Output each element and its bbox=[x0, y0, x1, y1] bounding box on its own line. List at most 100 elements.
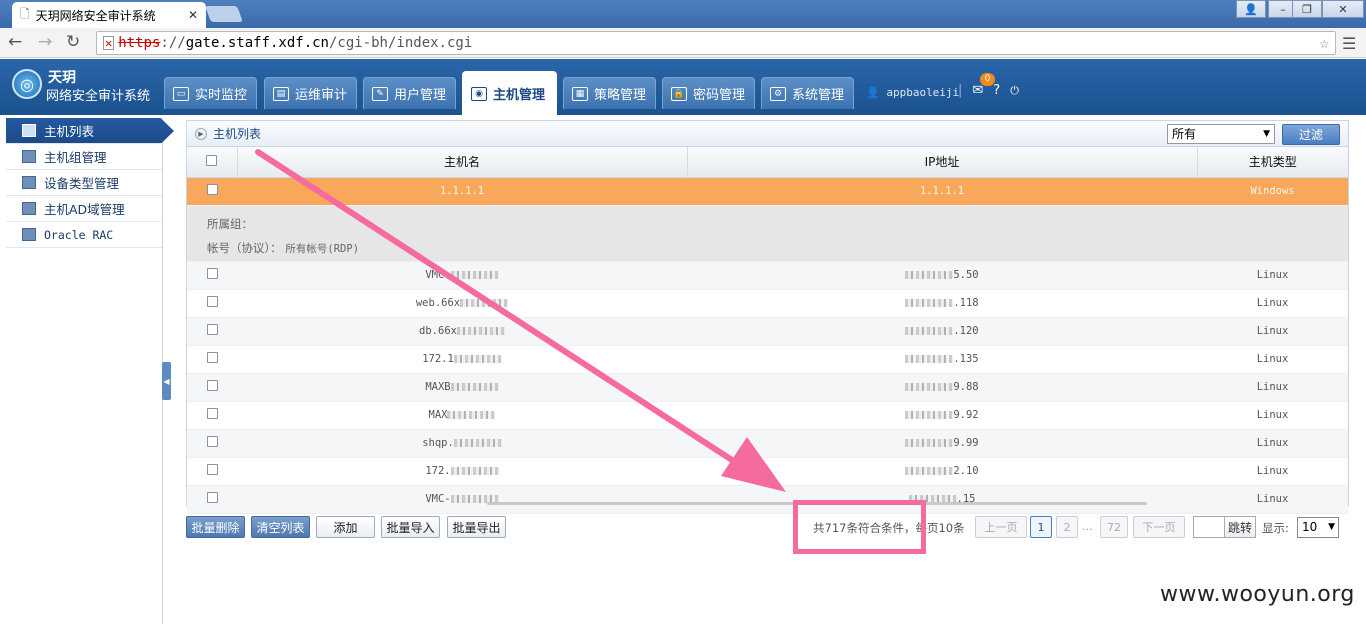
add-button[interactable]: 添加 bbox=[316, 516, 375, 538]
row-checkbox[interactable] bbox=[206, 268, 218, 279]
prev-page-button[interactable]: 上一页 bbox=[975, 516, 1027, 538]
page-ellipsis: ... bbox=[1082, 520, 1093, 533]
batch-delete-button[interactable]: 批量删除 bbox=[186, 516, 245, 538]
logout-icon[interactable]: ⏻ bbox=[1010, 84, 1019, 98]
row-checkbox[interactable] bbox=[206, 492, 218, 503]
ip-cell: 2.10 bbox=[687, 457, 1197, 486]
table-row[interactable]: VMC- 5.50 Linux bbox=[187, 261, 1348, 290]
hostname-cell: 172.1 bbox=[237, 345, 687, 374]
redacted-text bbox=[450, 467, 499, 475]
select-all-cell bbox=[187, 147, 238, 178]
batch-import-button[interactable]: 批量导入 bbox=[381, 516, 440, 538]
mail-icon[interactable]: ✉ bbox=[972, 83, 983, 98]
hostname-text: db.66x bbox=[419, 325, 457, 337]
ip-cell: 1.1.1.1 bbox=[687, 177, 1197, 206]
page-72-button[interactable]: 72 bbox=[1100, 516, 1128, 538]
sidebar-item-device-types[interactable]: 设备类型管理 bbox=[6, 170, 162, 196]
hostname-text: MAX bbox=[428, 409, 448, 421]
select-all-checkbox[interactable] bbox=[206, 154, 218, 166]
row-checkbox-cell bbox=[187, 373, 237, 402]
filter-button[interactable]: 过滤 bbox=[1282, 124, 1340, 145]
tab-label: 实时监控 bbox=[195, 88, 248, 103]
forward-icon[interactable]: → bbox=[38, 33, 52, 51]
table-row[interactable]: VMC- .15 Linux bbox=[187, 485, 1348, 514]
hostname-cell: MAX bbox=[237, 401, 687, 430]
row-checkbox-cell bbox=[187, 401, 237, 430]
table-row[interactable]: MAXB 9.88 Linux bbox=[187, 373, 1348, 402]
sidebar-item-host-groups[interactable]: 主机组管理 bbox=[6, 144, 162, 170]
row-checkbox[interactable] bbox=[206, 296, 218, 307]
tab-realtime-monitor[interactable]: ▭ 实时监控 bbox=[164, 77, 257, 109]
jump-page-input[interactable] bbox=[1193, 516, 1225, 538]
close-window-button[interactable]: ✕ bbox=[1322, 0, 1364, 18]
watermark: www.wooyun.org bbox=[1160, 582, 1355, 607]
profile-icon[interactable]: 👤 bbox=[1236, 0, 1266, 18]
column-header-ip[interactable]: IP地址 bbox=[687, 147, 1198, 178]
type-cell: Linux bbox=[1197, 317, 1348, 346]
page-1-button[interactable]: 1 bbox=[1030, 516, 1052, 538]
sidebar-item-ad-domain[interactable]: 主机AD域管理 bbox=[6, 196, 162, 222]
back-icon[interactable]: ← bbox=[8, 33, 22, 51]
tab-ops-audit[interactable]: ▤ 运维审计 bbox=[264, 77, 357, 109]
sidebar-item-oracle-rac[interactable]: Oracle RAC bbox=[6, 222, 162, 248]
ip-text: .118 bbox=[953, 297, 979, 309]
url-scheme: https bbox=[118, 35, 161, 51]
row-checkbox[interactable] bbox=[206, 352, 218, 363]
jump-button[interactable]: 跳转 bbox=[1224, 516, 1256, 538]
column-header-type[interactable]: 主机类型 bbox=[1197, 147, 1348, 178]
collapse-sidebar-handle[interactable]: ◀ bbox=[162, 362, 171, 400]
clear-list-button[interactable]: 清空列表 bbox=[251, 516, 310, 538]
tab-password-management[interactable]: 🔒 密码管理 bbox=[662, 77, 755, 109]
filter-select[interactable]: 所有 ▼ bbox=[1167, 124, 1275, 144]
row-checkbox[interactable] bbox=[206, 436, 218, 447]
row-checkbox[interactable] bbox=[206, 184, 218, 195]
next-page-button[interactable]: 下一页 bbox=[1133, 516, 1185, 538]
row-checkbox[interactable] bbox=[206, 324, 218, 335]
redacted-text bbox=[456, 327, 505, 335]
policy-icon: ▦ bbox=[572, 86, 588, 101]
table-row[interactable]: 172. 2.10 Linux bbox=[187, 457, 1348, 486]
redacted-text bbox=[447, 411, 496, 419]
ip-text: 9.99 bbox=[953, 437, 979, 449]
row-checkbox[interactable] bbox=[206, 380, 218, 391]
redacted-text bbox=[460, 299, 509, 307]
tab-label: 密码管理 bbox=[693, 88, 746, 103]
batch-export-button[interactable]: 批量导出 bbox=[447, 516, 506, 538]
ip-text: .135 bbox=[953, 353, 979, 365]
row-checkbox[interactable] bbox=[206, 408, 218, 419]
close-tab-icon[interactable]: ✕ bbox=[188, 8, 198, 22]
user-small-icon: 👤 bbox=[866, 86, 880, 99]
ip-cell: 9.99 bbox=[687, 429, 1197, 458]
table-row[interactable]: web.66x .118 Linux bbox=[187, 289, 1348, 318]
page-2-button[interactable]: 2 bbox=[1056, 516, 1078, 538]
reload-icon[interactable]: ↻ bbox=[66, 33, 80, 51]
tab-policy-management[interactable]: ▦ 策略管理 bbox=[563, 77, 656, 109]
row-checkbox[interactable] bbox=[206, 464, 218, 475]
insecure-icon: ✕ bbox=[103, 36, 115, 50]
column-header-hostname[interactable]: 主机名 bbox=[237, 147, 688, 178]
help-icon[interactable]: ? bbox=[993, 83, 1000, 98]
browser-tab[interactable]: 🗋 天玥网络安全审计系统 ✕ bbox=[12, 2, 206, 28]
bookmark-star-icon[interactable]: ☆ bbox=[1319, 33, 1329, 52]
tab-host-management[interactable]: ◉ 主机管理 bbox=[462, 71, 557, 115]
page-size-select[interactable]: 10 ▼ bbox=[1297, 517, 1339, 538]
table-row[interactable]: 172.1 .135 Linux bbox=[187, 345, 1348, 374]
table-row[interactable]: shqp. 9.99 Linux bbox=[187, 429, 1348, 458]
browser-menu-icon[interactable]: ☰ bbox=[1342, 34, 1356, 53]
table-header-row: 主机名 IP地址 主机类型 bbox=[187, 147, 1348, 178]
tab-system-management[interactable]: ⚙ 系统管理 bbox=[761, 77, 854, 109]
current-user[interactable]: 👤 appbaoleiji bbox=[866, 86, 959, 99]
ip-cell: .135 bbox=[687, 345, 1197, 374]
redacted-text bbox=[453, 439, 502, 447]
url-separator: :// bbox=[160, 35, 186, 51]
table-row-selected[interactable]: 1.1.1.1 1.1.1.1 Windows bbox=[187, 177, 1348, 206]
restore-button[interactable]: ❐ bbox=[1292, 0, 1322, 18]
page-icon: 🗋 bbox=[20, 6, 30, 21]
sidebar-item-host-list[interactable]: 主机列表 bbox=[6, 118, 174, 144]
table-row[interactable]: MAX 9.92 Linux bbox=[187, 401, 1348, 430]
url-field[interactable]: ✕ https :// gate.staff.xdf.cn /cgi-bh/in… bbox=[96, 31, 1336, 55]
tab-user-management[interactable]: ✎ 用户管理 bbox=[363, 77, 456, 109]
new-tab-button[interactable] bbox=[205, 6, 243, 22]
hostname-text: 172.1 bbox=[422, 353, 454, 365]
table-row[interactable]: db.66x .120 Linux bbox=[187, 317, 1348, 346]
